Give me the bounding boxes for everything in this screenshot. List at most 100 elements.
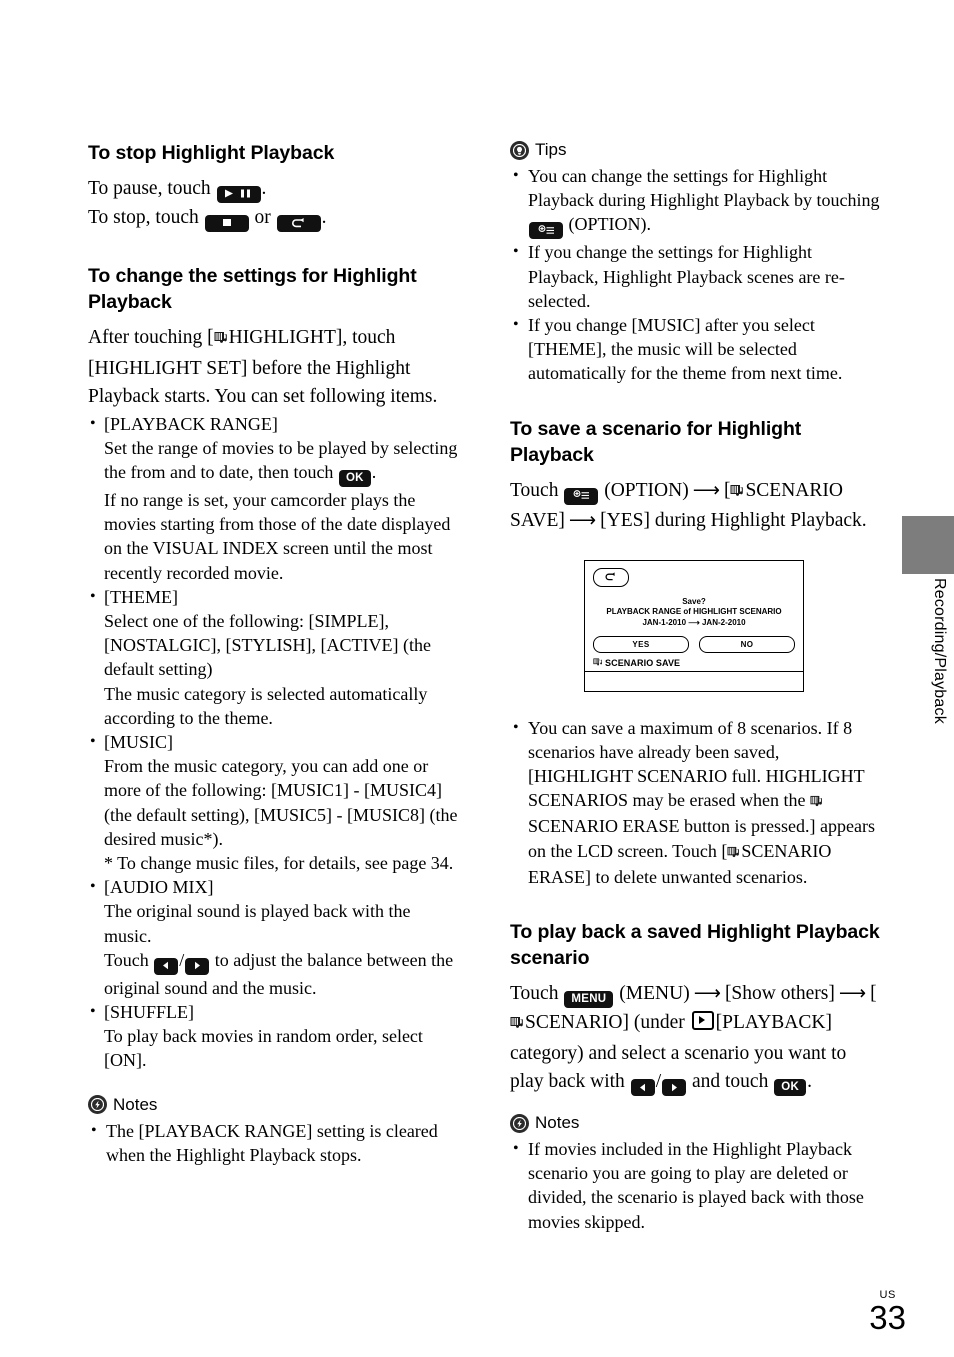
- lcd-screen: Save? PLAYBACK RANGE of HIGHLIGHT SCENAR…: [584, 559, 804, 692]
- item-title: [SHUFFLE]: [104, 1001, 195, 1022]
- lcd-back-button[interactable]: [593, 567, 629, 587]
- play-menu-label: (MENU): [619, 983, 690, 1005]
- item-line-a: To play back movies in random order, sel…: [104, 1026, 423, 1071]
- ok-key-icon: OK: [774, 1079, 807, 1097]
- item-title: [THEME]: [104, 586, 178, 607]
- lcd-message-line1: Save?: [682, 596, 706, 606]
- lcd-no-button[interactable]: NO: [699, 635, 795, 653]
- prev-arrow-key-icon: [630, 1079, 655, 1097]
- tip-1-option-label: (OPTION).: [568, 214, 652, 235]
- item-line-a: The original sound is played back with t…: [104, 901, 411, 946]
- lcd-divider: [585, 670, 803, 673]
- play-showothers-label: [Show others]: [724, 983, 835, 1005]
- arrow-right-icon: ⟶: [693, 983, 721, 1005]
- play-bracket-open: [: [870, 983, 877, 1005]
- highlight-music-icon: [510, 1011, 524, 1040]
- audio-mix-touch-label: Touch: [104, 949, 149, 970]
- lcd-message: Save? PLAYBACK RANGE of HIGHLIGHT SCENAR…: [585, 597, 803, 629]
- list-item-theme: [THEME] Select one of the following: [SI…: [88, 585, 460, 730]
- item-title: [PLAYBACK RANGE]: [104, 413, 278, 434]
- list-item-playback-range: [PLAYBACK RANGE] Set the range of movies…: [88, 412, 460, 585]
- notes-label: Notes: [113, 1094, 158, 1114]
- stop-instruction: To stop, touch or .: [88, 204, 460, 233]
- item-line-a: From the music category, you can add one…: [104, 756, 458, 849]
- lcd-date-to: JAN-2-2010: [701, 617, 746, 627]
- item-line-b: The music category is selected automatic…: [104, 683, 428, 728]
- playback-category-icon: [691, 1011, 714, 1031]
- item-title: [AUDIO MIX]: [104, 877, 214, 898]
- chapter-tab-block: [902, 516, 954, 574]
- save-scenario-instruction: Touch (OPTION) ⟶[SCENARIO SAVE] ⟶ [YES]…: [510, 477, 882, 536]
- pause-instruction-text: To pause, touch: [88, 178, 211, 199]
- next-arrow-key-icon: [662, 1079, 687, 1097]
- heading-change-settings: To change the settings for Highlight Pla…: [88, 265, 417, 313]
- tip-1-text: You can change the settings for Highligh…: [528, 166, 880, 211]
- item-title: [MUSIC]: [104, 731, 174, 752]
- save-notes-list: You can save a maximum of 8 scenarios. I…: [510, 716, 882, 889]
- list-item: If you change [MUSIC] after you select […: [510, 313, 882, 386]
- heading-stop-highlight-playback: To stop Highlight Playback: [88, 142, 335, 164]
- highlight-music-icon: [810, 790, 823, 814]
- tips-header: Tips: [510, 140, 882, 160]
- list-item-shuffle: [SHUFFLE] To play back movies in random …: [88, 1000, 460, 1073]
- item-line-a: Set the range of movies to be played by …: [104, 436, 460, 488]
- lcd-button-row: YES NO: [593, 635, 795, 653]
- change-settings-intro: After touching [ HIGHLIGHT], touch [HIGH…: [88, 324, 460, 412]
- list-item-audio-mix: [AUDIO MIX] The original sound is played…: [88, 875, 460, 1000]
- heading-save-scenario: To save a scenario for Highlight Playbac…: [510, 417, 802, 466]
- next-arrow-key-icon: [185, 957, 210, 975]
- audio-mix-slash: /: [179, 949, 185, 970]
- list-item-music: [MUSIC] From the music category, you can…: [88, 730, 460, 875]
- highlight-music-icon: [730, 479, 744, 508]
- prev-arrow-key-icon: [154, 957, 179, 975]
- page-footer: US 33: [869, 1289, 906, 1335]
- pause-instruction: To pause, touch .: [88, 175, 460, 204]
- save-yes-label: [YES] during Highlight Playback.: [600, 510, 867, 532]
- notes-bolt-icon: [88, 1095, 107, 1115]
- play-touch-label: Touch: [510, 983, 559, 1005]
- ok-key-icon: OK: [338, 469, 371, 487]
- tips-label: Tips: [535, 140, 567, 159]
- tips-bulb-icon: [510, 140, 529, 160]
- list-item: You can change the settings for Highligh…: [510, 164, 882, 240]
- right-column: Tips You can change the settings for Hig…: [510, 140, 882, 1234]
- arrow-right-icon: ⟶: [688, 617, 700, 627]
- notes-list-left: The [PLAYBACK RANGE] setting is cleared …: [88, 1119, 460, 1167]
- left-column: To stop Highlight Playback To pause, tou…: [88, 140, 460, 1167]
- item-line-a-period: .: [371, 461, 377, 482]
- highlight-music-icon: [727, 841, 740, 865]
- highlight-settings-list: [PLAYBACK RANGE] Set the range of movies…: [88, 412, 460, 1073]
- list-item: The [PLAYBACK RANGE] setting is cleared …: [88, 1119, 460, 1167]
- highlight-music-icon: [593, 657, 603, 669]
- item-line-b: If no range is set, your camcorder plays…: [104, 489, 451, 583]
- lcd-footer-label: SCENARIO SAVE: [593, 657, 680, 669]
- ok-key-label: OK: [781, 1081, 800, 1094]
- tips-list: You can change the settings for Highligh…: [510, 164, 882, 386]
- play-andtouch-label: and touch: [691, 1071, 769, 1093]
- list-item: If you change the settings for Highlight…: [510, 240, 882, 313]
- item-line-b: Touch / to adjust the balance between th…: [104, 948, 460, 1000]
- notes-header-left: Notes: [88, 1095, 460, 1115]
- lcd-message-line2: PLAYBACK RANGE of HIGHLIGHT SCENARIO: [606, 607, 782, 617]
- play-scenario-label: SCENARIO] (under: [525, 1012, 685, 1034]
- notes-label: Notes: [535, 1113, 580, 1133]
- chapter-tab-label: Recording/Playback: [931, 578, 948, 724]
- item-line-a-text: Set the range of movies to be played by …: [104, 437, 458, 482]
- lcd-date-from: JAN-1-2010: [642, 617, 687, 627]
- play-period: .: [807, 1071, 812, 1093]
- lcd-yes-button[interactable]: YES: [593, 635, 689, 653]
- save-option-label: (OPTION): [604, 479, 689, 501]
- highlight-music-icon: [214, 326, 228, 355]
- stop-instruction-period: .: [321, 207, 327, 228]
- menu-key-label: MENU: [571, 993, 607, 1006]
- menu-key-icon: MENU: [564, 991, 614, 1009]
- stop-instruction-text: To stop, touch: [88, 207, 199, 228]
- list-item: You can save a maximum of 8 scenarios. I…: [510, 716, 882, 889]
- return-arrow-icon: [605, 572, 615, 581]
- notes-list-right: If movies included in the Highlight Play…: [510, 1137, 882, 1234]
- page-number: 33: [869, 1299, 906, 1336]
- option-key-icon: [564, 487, 599, 505]
- item-line-b: * To change music files, for details, se…: [104, 852, 454, 873]
- arrow-right-icon: ⟶: [838, 983, 867, 1005]
- play-scenario-instruction: Touch MENU (MENU) ⟶ [Show others] ⟶[ SCENAR…: [510, 980, 882, 1097]
